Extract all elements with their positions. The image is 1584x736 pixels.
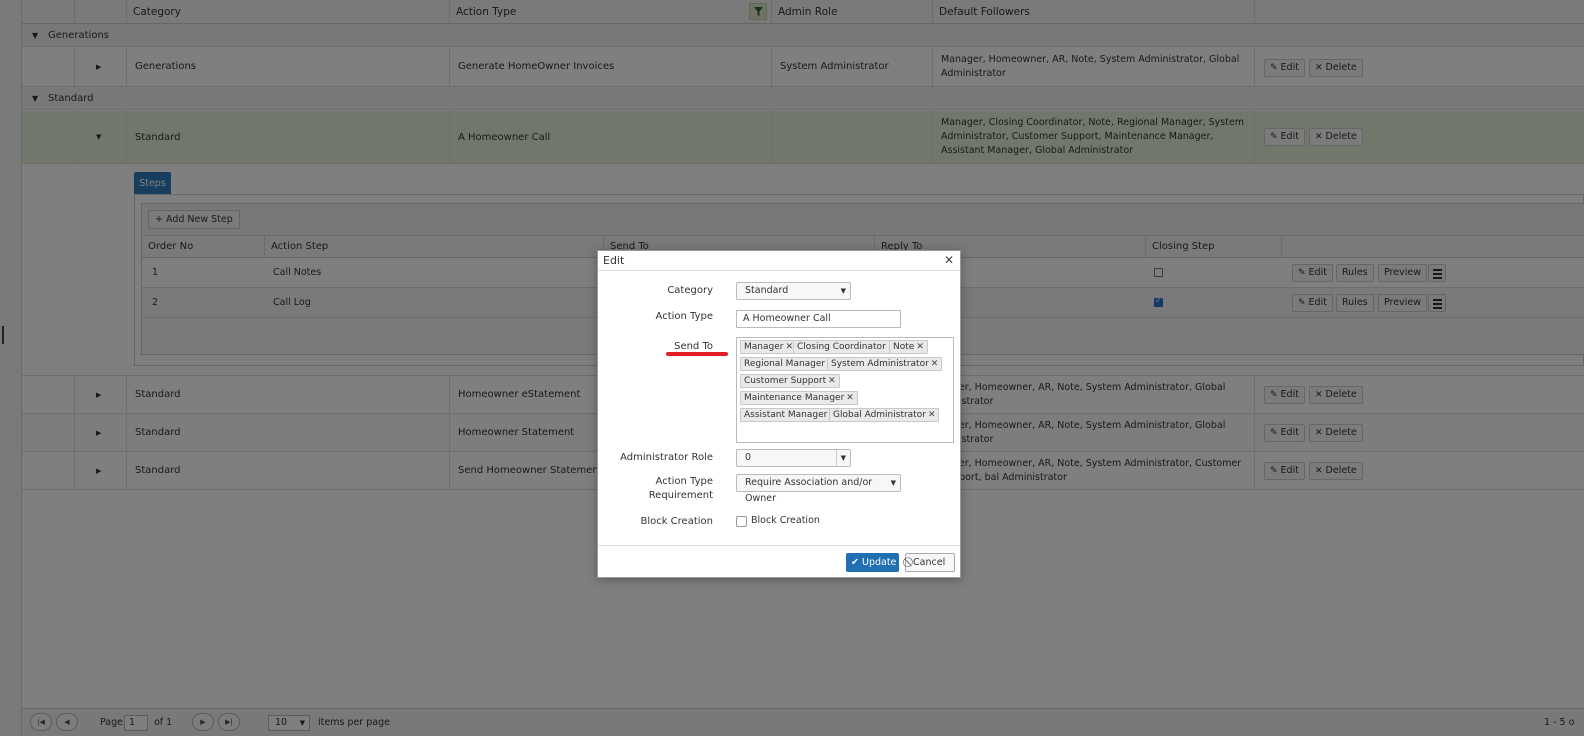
administrator-role-select[interactable]: 0 ▼ xyxy=(736,449,851,467)
update-button[interactable]: ✔ Update xyxy=(846,553,899,572)
annotation-underline xyxy=(666,352,728,356)
cancel-button[interactable]: ⃠ Cancel xyxy=(905,553,955,572)
tag-maintenance-manager: Maintenance Manager ✕ xyxy=(740,391,858,405)
send-to-multiselect[interactable]: Manager✕ Closing Coordinator✕ Note✕ Regi… xyxy=(736,337,954,443)
chevron-down-icon: ▼ xyxy=(890,479,896,487)
category-label: Category xyxy=(667,285,713,296)
requirement-label: Action Type Requirement xyxy=(648,476,713,501)
dialog-title: Edit xyxy=(603,254,625,267)
remove-tag-icon[interactable]: ✕ xyxy=(916,342,924,352)
action-type-label: Action Type xyxy=(655,311,713,322)
chevron-down-icon: ▼ xyxy=(835,450,846,466)
chevron-down-icon: ▼ xyxy=(840,287,846,295)
remove-tag-icon[interactable]: ✕ xyxy=(828,376,836,386)
block-creation-label: Block Creation xyxy=(640,516,713,527)
tag-closing-coordinator: Closing Coordinator✕ xyxy=(793,340,900,354)
tag-customer-support: Customer Support ✕ xyxy=(740,374,840,388)
tag-regional-manager: Regional Manager✕ xyxy=(740,357,839,371)
block-creation-checkbox[interactable] xyxy=(736,516,747,527)
edit-dialog: Edit ✕ Category Standard ▼ Action Type A… xyxy=(597,250,961,578)
block-creation-checkbox-label[interactable]: Block Creation xyxy=(751,515,820,526)
dialog-titlebar: Edit ✕ xyxy=(598,251,960,271)
dialog-footer: ✔ Update ⃠ Cancel xyxy=(598,545,960,579)
requirement-select[interactable]: Require Association and/or Owner ▼ xyxy=(736,474,901,504)
tag-manager: Manager ✕ xyxy=(740,340,797,354)
tag-system-administrator: System Administrator ✕ xyxy=(827,357,943,371)
administrator-role-label: Administrator Role xyxy=(620,452,713,463)
remove-tag-icon[interactable]: ✕ xyxy=(785,342,793,352)
remove-tag-icon[interactable]: ✕ xyxy=(931,359,939,369)
tag-note: Note ✕ xyxy=(889,340,928,354)
tag-assistant-manager: Assistant Manager✕ xyxy=(740,408,841,422)
category-select[interactable]: Standard ▼ xyxy=(736,282,851,300)
remove-tag-icon[interactable]: ✕ xyxy=(846,393,854,403)
close-icon[interactable]: ✕ xyxy=(944,253,954,267)
action-type-input[interactable]: A Homeowner Call xyxy=(736,310,901,328)
tag-global-administrator: Global Administrator ✕ xyxy=(829,408,940,422)
remove-tag-icon[interactable]: ✕ xyxy=(928,410,936,420)
checkmark-icon: ✔ xyxy=(851,557,862,568)
